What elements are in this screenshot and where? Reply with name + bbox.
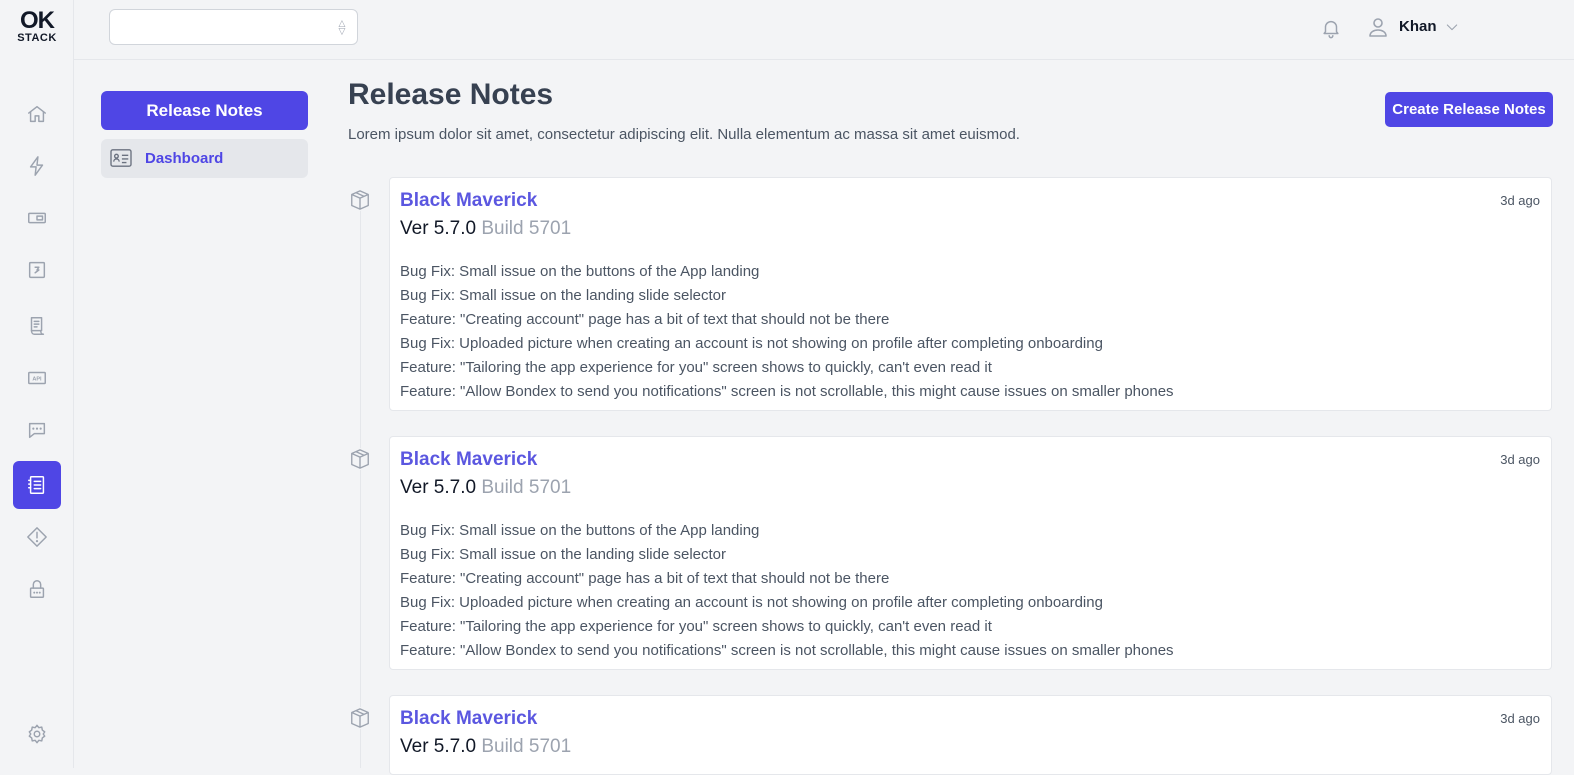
change-list: Bug Fix: Small issue on the buttons of t… bbox=[400, 260, 1174, 404]
project-select[interactable]: △ ▽ bbox=[109, 9, 358, 45]
release-version: Ver 5.7.0 Build 5701 bbox=[400, 218, 571, 240]
user-menu-toggle[interactable] bbox=[1444, 19, 1460, 35]
logo-line2: STACK bbox=[17, 32, 57, 44]
top-bar: △ ▽ bbox=[74, 0, 1574, 60]
nav-messages[interactable] bbox=[13, 406, 61, 454]
release-note-card: Black Maverick Ver 5.7.0 Build 5701 3d a… bbox=[389, 436, 1552, 670]
okstack-logo[interactable]: OK STACK bbox=[12, 7, 62, 46]
release-name[interactable]: Black Maverick bbox=[400, 190, 537, 212]
build-number: Build 5701 bbox=[481, 477, 572, 498]
nav-home[interactable] bbox=[13, 90, 61, 138]
package-icon bbox=[349, 707, 371, 729]
timeline-line bbox=[360, 190, 361, 768]
logo-line1: OK bbox=[20, 7, 55, 34]
notifications-button[interactable] bbox=[1320, 16, 1342, 40]
change-item: Feature: "Creating account" page has a b… bbox=[400, 311, 890, 328]
sidebar-item-label: Dashboard bbox=[145, 150, 224, 167]
release-note-card: Black Maverick Ver 5.7.0 Build 5701 3d a… bbox=[389, 177, 1552, 411]
sidebar-item-dashboard[interactable]: Dashboard bbox=[101, 139, 308, 178]
package-icon bbox=[349, 189, 371, 211]
nav-security[interactable] bbox=[13, 565, 61, 613]
nav-cards[interactable] bbox=[13, 194, 61, 242]
version-number: Ver 5.7.0 bbox=[400, 736, 477, 757]
change-item: Feature: "Creating account" page has a b… bbox=[400, 570, 890, 587]
release-notes-icon bbox=[28, 476, 45, 494]
release-note-card: Black Maverick Ver 5.7.0 Build 5701 3d a… bbox=[389, 695, 1552, 775]
section-title: Release Notes bbox=[101, 91, 308, 130]
bell-icon bbox=[1323, 20, 1339, 39]
page-subtitle: Lorem ipsum dolor sit amet, consectetur … bbox=[348, 126, 1020, 143]
build-number: Build 5701 bbox=[481, 218, 572, 239]
version-number: Ver 5.7.0 bbox=[400, 477, 477, 498]
icon-rail: OK STACK API bbox=[0, 0, 74, 768]
change-item: Bug Fix: Uploaded picture when creating … bbox=[400, 335, 1103, 352]
release-time: 3d ago bbox=[1500, 193, 1540, 208]
release-version: Ver 5.7.0 Build 5701 bbox=[400, 736, 571, 758]
nav-settings[interactable] bbox=[13, 710, 61, 758]
change-item: Bug Fix: Small issue on the landing slid… bbox=[400, 546, 727, 563]
nav-calendar[interactable] bbox=[13, 246, 61, 294]
change-item: Bug Fix: Uploaded picture when creating … bbox=[400, 594, 1103, 611]
lock-icon bbox=[29, 580, 45, 598]
nav-events[interactable] bbox=[13, 142, 61, 190]
lightning-icon bbox=[29, 156, 44, 176]
home-icon bbox=[28, 105, 46, 123]
change-item: Feature: "Tailoring the app experience f… bbox=[400, 359, 992, 376]
chat-icon bbox=[28, 422, 46, 439]
release-version: Ver 5.7.0 Build 5701 bbox=[400, 477, 571, 499]
package-icon bbox=[349, 448, 371, 470]
change-item: Bug Fix: Small issue on the buttons of t… bbox=[400, 263, 760, 280]
version-number: Ver 5.7.0 bbox=[400, 218, 477, 239]
change-item: Bug Fix: Small issue on the landing slid… bbox=[400, 287, 727, 304]
select-caret-icon: △ ▽ bbox=[338, 18, 346, 36]
change-item: Bug Fix: Small issue on the buttons of t… bbox=[400, 522, 760, 539]
change-item: Feature: "Tailoring the app experience f… bbox=[400, 618, 992, 635]
page-title: Release Notes bbox=[348, 78, 554, 111]
change-list: Bug Fix: Small issue on the buttons of t… bbox=[400, 519, 1174, 663]
gear-icon bbox=[28, 724, 46, 744]
api-icon: API bbox=[28, 371, 46, 385]
release-name[interactable]: Black Maverick bbox=[400, 449, 537, 471]
nav-release-notes[interactable] bbox=[13, 461, 61, 509]
nav-documents[interactable] bbox=[13, 302, 61, 350]
create-release-notes-button[interactable]: Create Release Notes bbox=[1385, 92, 1553, 127]
change-item: Feature: "Allow Bondex to send you notif… bbox=[400, 642, 1174, 659]
release-time: 3d ago bbox=[1500, 711, 1540, 726]
release-time: 3d ago bbox=[1500, 452, 1540, 467]
document-icon bbox=[30, 317, 45, 335]
user-icon bbox=[1369, 18, 1387, 37]
release-name[interactable]: Black Maverick bbox=[400, 708, 537, 730]
change-item: Feature: "Allow Bondex to send you notif… bbox=[400, 383, 1174, 400]
id-card-icon bbox=[110, 148, 132, 168]
nav-api[interactable]: API bbox=[13, 354, 61, 402]
build-number: Build 5701 bbox=[481, 736, 572, 757]
chevron-down-icon bbox=[1446, 24, 1458, 31]
card-icon bbox=[28, 212, 46, 224]
user-avatar[interactable] bbox=[1366, 15, 1390, 39]
calendar-icon bbox=[28, 261, 46, 279]
nav-alerts[interactable] bbox=[13, 513, 61, 561]
user-name[interactable]: Khan bbox=[1399, 18, 1437, 35]
api-badge-text: API bbox=[32, 376, 42, 382]
alert-icon bbox=[27, 527, 47, 547]
